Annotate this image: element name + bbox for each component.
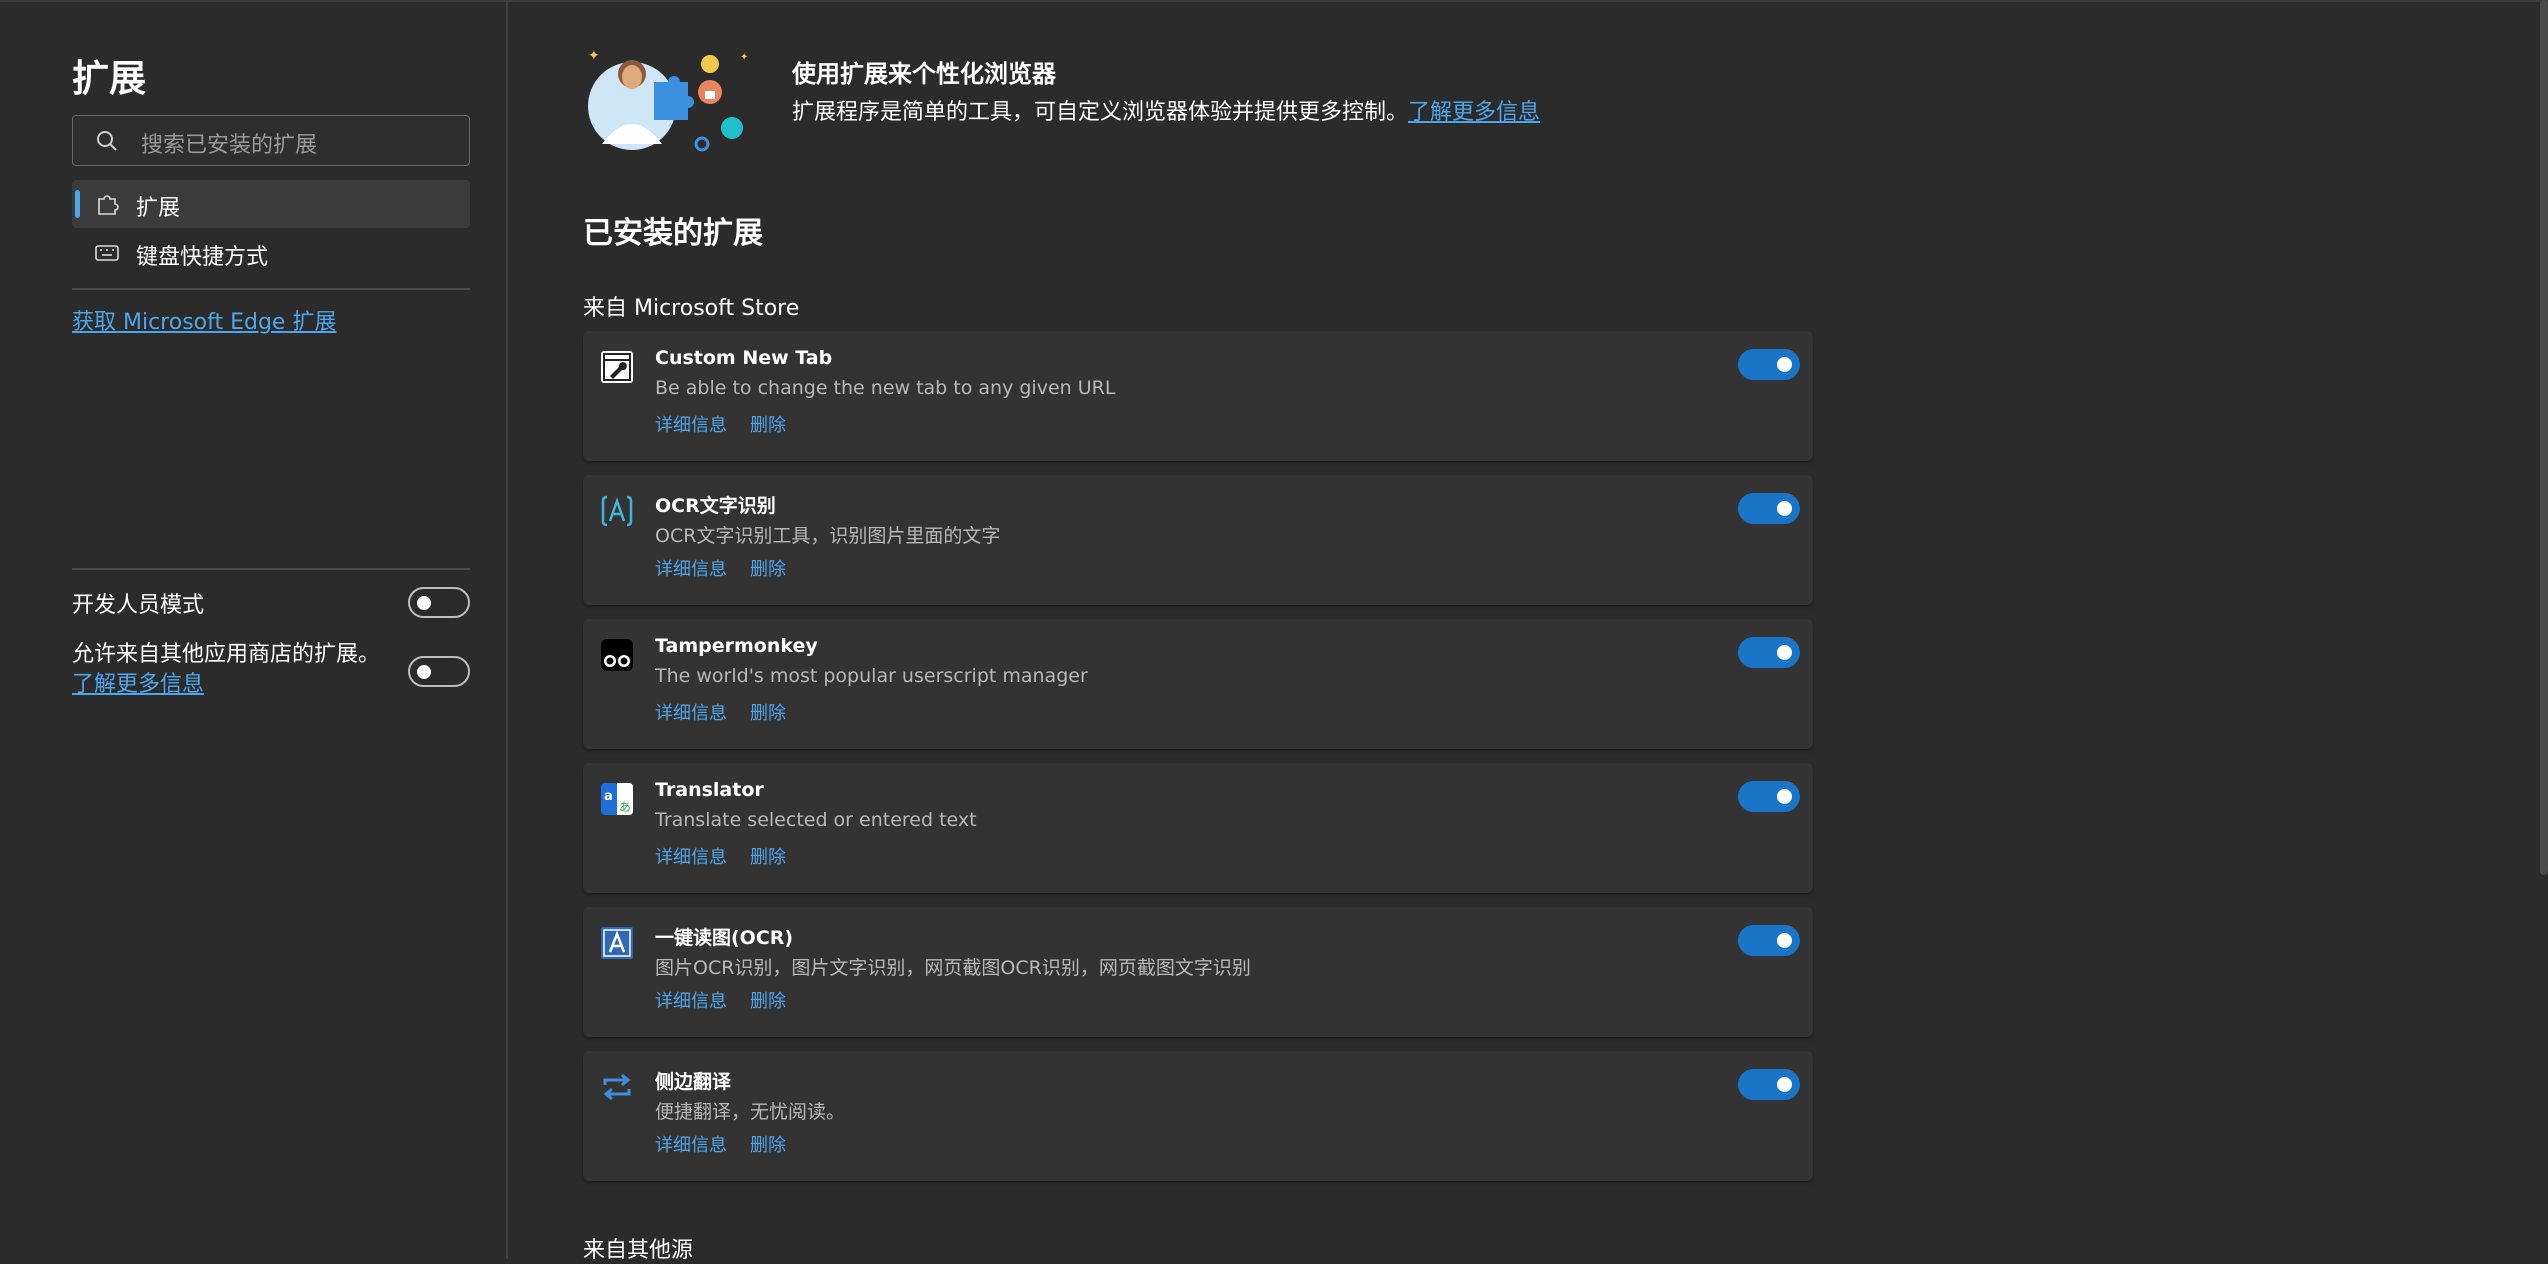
divider [72, 288, 470, 290]
extension-name: Custom New Tab [655, 347, 833, 369]
extension-description: The world's most popular userscript mana… [655, 665, 1088, 687]
extension-name: Translator [655, 779, 764, 801]
extension-card: OCR文字识别 OCR文字识别工具，识别图片里面的文字 详细信息 删除 [583, 475, 1813, 605]
translator-icon: a あ [601, 783, 633, 815]
sidebar: 扩展 搜索已安装的扩展 扩展 键盘快捷方式 获取 Microsoft Edge … [0, 0, 508, 1259]
extension-toggle[interactable] [1738, 637, 1800, 668]
learn-more-link[interactable]: 了解更多信息 [1408, 100, 1540, 125]
divider [72, 568, 470, 570]
search-placeholder: 搜索已安装的扩展 [141, 133, 318, 158]
remove-link[interactable]: 删除 [750, 987, 786, 1013]
search-input[interactable]: 搜索已安装的扩展 [72, 115, 470, 166]
extension-name: 一键读图(OCR) [655, 927, 794, 949]
extension-name: 侧边翻译 [655, 1071, 732, 1093]
source-store-heading: 来自 Microsoft Store [583, 296, 800, 321]
allow-other-stores-toggle[interactable] [408, 656, 470, 687]
details-link[interactable]: 详细信息 [655, 699, 727, 725]
learn-more-link[interactable]: 了解更多信息 [72, 672, 204, 697]
extension-description: 图片OCR识别，图片文字识别，网页截图OCR识别，网页截图文字识别 [655, 957, 1251, 979]
remove-link[interactable]: 删除 [750, 699, 786, 725]
source-other-heading: 来自其他源 [583, 1238, 694, 1263]
toggle-knob [1777, 1077, 1792, 1092]
extension-description: 便捷翻译，无忧阅读。 [655, 1101, 846, 1123]
wrench-tab-icon [601, 351, 633, 383]
details-link[interactable]: 详细信息 [655, 987, 727, 1013]
toggle-knob [417, 665, 431, 679]
toggle-knob [1777, 789, 1792, 804]
svg-text:✦: ✦ [740, 52, 748, 63]
sidebar-item-label: 扩展 [136, 196, 181, 221]
extension-description: Be able to change the new tab to any giv… [655, 377, 1116, 399]
hero-description: 扩展程序是简单的工具，可自定义浏览器体验并提供更多控制。了解更多信息 [792, 94, 1540, 126]
sidebar-item-extensions[interactable]: 扩展 [72, 180, 470, 228]
extension-description: OCR文字识别工具，识别图片里面的文字 [655, 525, 1001, 547]
hero-illustration: ✦ ✦ [588, 48, 748, 152]
details-link[interactable]: 详细信息 [655, 555, 727, 581]
allow-other-stores-label: 允许来自其他应用商店的扩展。了解更多信息 [72, 640, 402, 700]
extension-card: 一键读图(OCR) 图片OCR识别，图片文字识别，网页截图OCR识别，网页截图文… [583, 907, 1813, 1037]
extension-name: OCR文字识别 [655, 495, 776, 517]
toggle-knob [417, 596, 431, 610]
swap-arrows-icon [603, 1073, 631, 1101]
extension-card: a あ Translator Translate selected or ent… [583, 763, 1813, 893]
extension-card: 侧边翻译 便捷翻译，无忧阅读。 详细信息 删除 [583, 1051, 1813, 1181]
allow-other-stores-text: 允许来自其他应用商店的扩展。 [72, 642, 381, 667]
tampermonkey-icon [601, 639, 633, 671]
extension-toggle[interactable] [1738, 493, 1800, 524]
developer-mode-toggle[interactable] [408, 587, 470, 618]
installed-extensions-heading: 已安装的扩展 [583, 216, 763, 251]
extension-card: Tampermonkey The world's most popular us… [583, 619, 1813, 749]
hero-description-text: 扩展程序是简单的工具，可自定义浏览器体验并提供更多控制。 [792, 100, 1409, 125]
extension-toggle[interactable] [1738, 1069, 1800, 1100]
extension-toggle[interactable] [1738, 349, 1800, 380]
svg-text:a: a [604, 789, 613, 804]
remove-link[interactable]: 删除 [750, 411, 786, 437]
details-link[interactable]: 详细信息 [655, 1131, 727, 1157]
remove-link[interactable]: 删除 [750, 843, 786, 869]
toggle-knob [1777, 645, 1792, 660]
search-icon [97, 131, 117, 151]
scrollbar[interactable] [2540, 0, 2548, 875]
keyboard-icon [95, 245, 119, 261]
ocr-a-icon [601, 927, 633, 959]
extension-toggle[interactable] [1738, 925, 1800, 956]
extension-card: Custom New Tab Be able to change the new… [583, 331, 1813, 461]
puzzle-icon [98, 195, 119, 215]
extension-toggle[interactable] [1738, 781, 1800, 812]
sidebar-item-label: 键盘快捷方式 [136, 245, 269, 270]
details-link[interactable]: 详细信息 [655, 411, 727, 437]
toggle-knob [1777, 933, 1792, 948]
toggle-knob [1777, 357, 1792, 372]
ocr-bracket-a-icon [601, 495, 633, 527]
active-indicator [75, 190, 80, 218]
extension-description: Translate selected or entered text [655, 809, 977, 831]
remove-link[interactable]: 删除 [750, 1131, 786, 1157]
sidebar-item-keyboard-shortcuts[interactable]: 键盘快捷方式 [72, 229, 470, 277]
svg-text:✦: ✦ [588, 48, 600, 64]
extension-name: Tampermonkey [655, 635, 818, 657]
developer-mode-label: 开发人员模式 [72, 593, 205, 618]
toggle-knob [1777, 501, 1792, 516]
svg-text:あ: あ [619, 800, 631, 814]
remove-link[interactable]: 删除 [750, 555, 786, 581]
details-link[interactable]: 详细信息 [655, 843, 727, 869]
get-edge-extensions-link[interactable]: 获取 Microsoft Edge 扩展 [72, 304, 336, 336]
hero-title: 使用扩展来个性化浏览器 [792, 60, 1056, 88]
sidebar-title: 扩展 [72, 57, 146, 100]
